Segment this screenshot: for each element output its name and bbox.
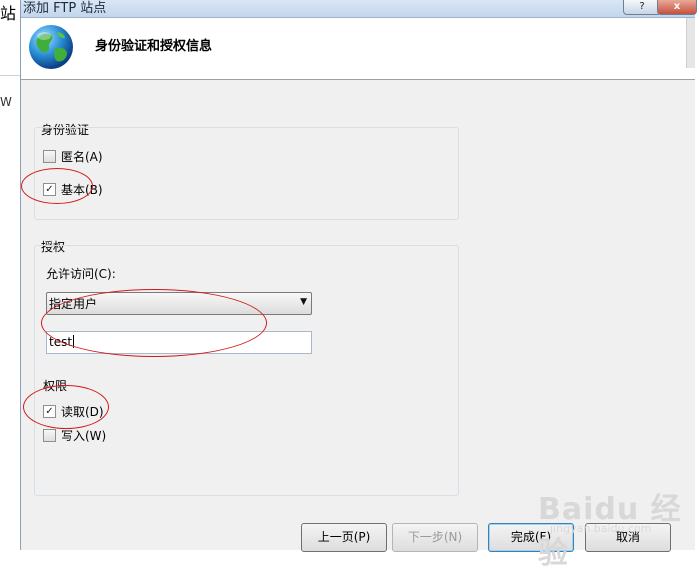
basic-option[interactable]: ✓ 基本(B): [43, 181, 103, 198]
write-checkbox[interactable]: [43, 429, 56, 442]
help-button[interactable]: ?: [623, 0, 661, 15]
anonymous-label: 匿名(A): [61, 150, 103, 164]
text-caret: [73, 335, 75, 348]
basic-checkbox[interactable]: ✓: [43, 183, 56, 196]
read-label: 读取(D): [61, 405, 104, 419]
cancel-button[interactable]: 取消: [585, 523, 671, 552]
read-checkbox[interactable]: ✓: [43, 405, 56, 418]
basic-label: 基本(B): [61, 183, 103, 197]
wizard-header: 身份验证和授权信息: [21, 18, 695, 80]
background-title-fragment: 站: [0, 4, 17, 23]
next-button[interactable]: 下一步(N): [392, 523, 478, 552]
allow-access-selected: 指定用户: [49, 297, 98, 311]
permissions-label: 权限: [43, 379, 68, 393]
user-name-text: test: [49, 335, 73, 349]
authentication-groupbox: [34, 127, 459, 220]
previous-button[interactable]: 上一页(P): [301, 523, 387, 552]
checkmark-icon: ✓: [45, 184, 54, 195]
user-name-value: test: [49, 335, 75, 349]
dialog-title: 添加 FTP 站点: [23, 1, 107, 16]
page-heading: 身份验证和授权信息: [95, 39, 213, 54]
anonymous-option[interactable]: 匿名(A): [43, 148, 103, 165]
title-bar[interactable]: 添加 FTP 站点 ? x: [21, 0, 697, 18]
background-window: 站 W: [0, 0, 21, 550]
read-option[interactable]: ✓ 读取(D): [43, 403, 104, 420]
add-ftp-site-dialog: 添加 FTP 站点 ? x 身份验证和授权信息 身份验证 匿名(A) ✓ 基本(…: [20, 0, 697, 552]
checkmark-icon: ✓: [45, 406, 54, 417]
globe-icon: [29, 25, 73, 69]
authorization-groupbox: [34, 245, 459, 496]
close-button[interactable]: x: [657, 0, 697, 15]
write-option[interactable]: 写入(W): [43, 427, 106, 444]
background-side-text: W: [0, 95, 12, 109]
user-name-input[interactable]: test: [46, 331, 312, 354]
header-scrollbar[interactable]: [686, 18, 695, 68]
allow-access-label: 允许访问(C):: [46, 267, 116, 281]
write-label: 写入(W): [61, 429, 107, 443]
background-divider: [0, 75, 20, 76]
anonymous-checkbox[interactable]: [43, 150, 56, 163]
finish-button[interactable]: 完成(F): [488, 523, 574, 552]
dropdown-arrow-icon: ▼: [300, 297, 307, 307]
allow-access-dropdown[interactable]: 指定用户 ▼: [46, 292, 312, 315]
